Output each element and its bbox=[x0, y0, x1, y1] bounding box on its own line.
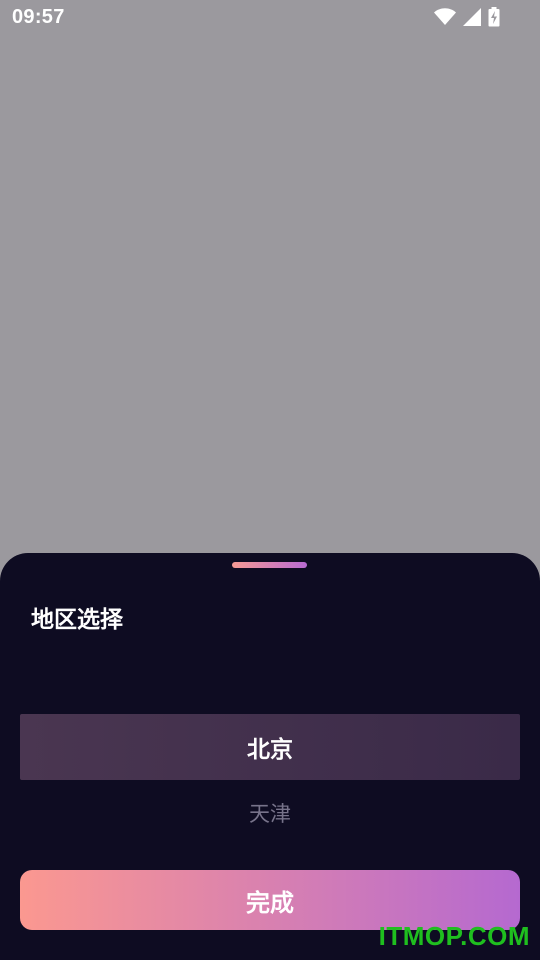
picker-option-selected[interactable]: 北京 bbox=[20, 714, 520, 780]
region-picker-sheet: 地区选择 北京 天津 完成 bbox=[0, 553, 540, 960]
status-icons bbox=[434, 7, 500, 27]
status-bar: 09:57 bbox=[0, 0, 540, 34]
watermark: ITMOP.COM bbox=[378, 921, 530, 951]
battery-charging-icon bbox=[488, 7, 500, 27]
signal-icon bbox=[463, 8, 481, 26]
status-time: 09:57 bbox=[12, 5, 65, 28]
region-picker[interactable]: 北京 天津 bbox=[20, 714, 520, 846]
sheet-title: 地区选择 bbox=[31, 607, 123, 633]
wifi-icon bbox=[434, 8, 456, 25]
picker-option[interactable]: 天津 bbox=[20, 780, 520, 846]
drag-handle[interactable] bbox=[232, 562, 307, 568]
